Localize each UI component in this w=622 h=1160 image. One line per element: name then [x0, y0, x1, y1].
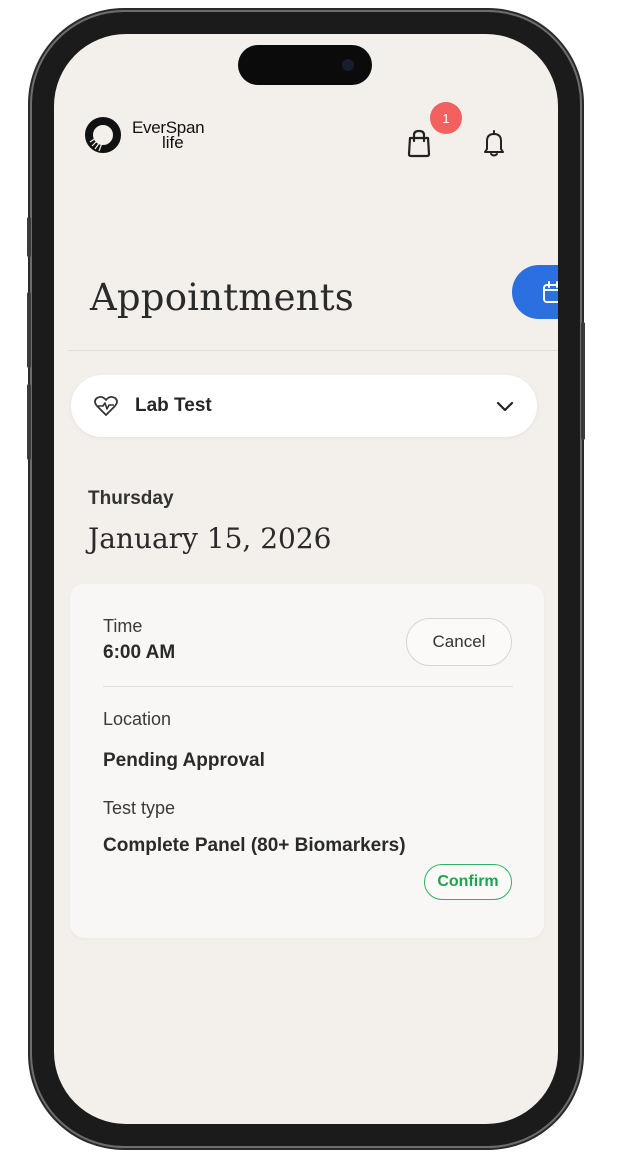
app-screen: EverSpan life 1 Appointments Lab Test Th… — [54, 34, 558, 1124]
action-button — [27, 217, 31, 257]
cancel-button[interactable]: Cancel — [406, 618, 512, 666]
appointment-date: January 15, 2026 — [88, 522, 332, 555]
phone-frame: EverSpan life 1 Appointments Lab Test Th… — [27, 12, 585, 1146]
bell-icon — [484, 130, 504, 157]
appointment-day: Thursday — [88, 488, 174, 509]
test-type-value: Complete Panel (80+ Biomarkers) — [103, 835, 406, 856]
cart-badge: 1 — [430, 102, 462, 134]
notifications-button[interactable] — [477, 126, 511, 160]
dropdown-value: Lab Test — [135, 395, 212, 416]
time-label: Time — [103, 616, 143, 636]
brand-logo[interactable]: EverSpan life — [84, 116, 205, 154]
dynamic-island — [238, 45, 372, 85]
volume-down-button — [27, 384, 31, 460]
test-type-label: Test type — [103, 798, 176, 818]
appointment-card: Time 6:00 AM Cancel Location Pending App… — [70, 584, 544, 938]
heart-pulse-icon — [94, 395, 118, 416]
everspan-logo-icon — [85, 117, 121, 153]
cart-button[interactable] — [402, 126, 436, 160]
shopping-bag-icon — [407, 129, 431, 158]
volume-up-button — [27, 292, 31, 368]
time-value: 6:00 AM — [103, 642, 176, 663]
page-title: Appointments — [90, 276, 354, 319]
location-value: Pending Approval — [103, 750, 265, 771]
power-button — [581, 322, 585, 440]
calendar-button[interactable] — [512, 265, 558, 319]
camera-dot — [342, 59, 354, 71]
confirm-button[interactable]: Confirm — [424, 864, 512, 900]
location-label: Location — [103, 709, 172, 729]
header-divider — [68, 350, 558, 351]
brand-name: EverSpan life — [132, 119, 205, 152]
card-divider — [103, 686, 513, 687]
chevron-down-icon — [496, 401, 514, 412]
calendar-icon — [543, 281, 558, 303]
appointment-type-dropdown[interactable]: Lab Test — [71, 375, 537, 437]
brand-line-2: life — [162, 133, 184, 152]
